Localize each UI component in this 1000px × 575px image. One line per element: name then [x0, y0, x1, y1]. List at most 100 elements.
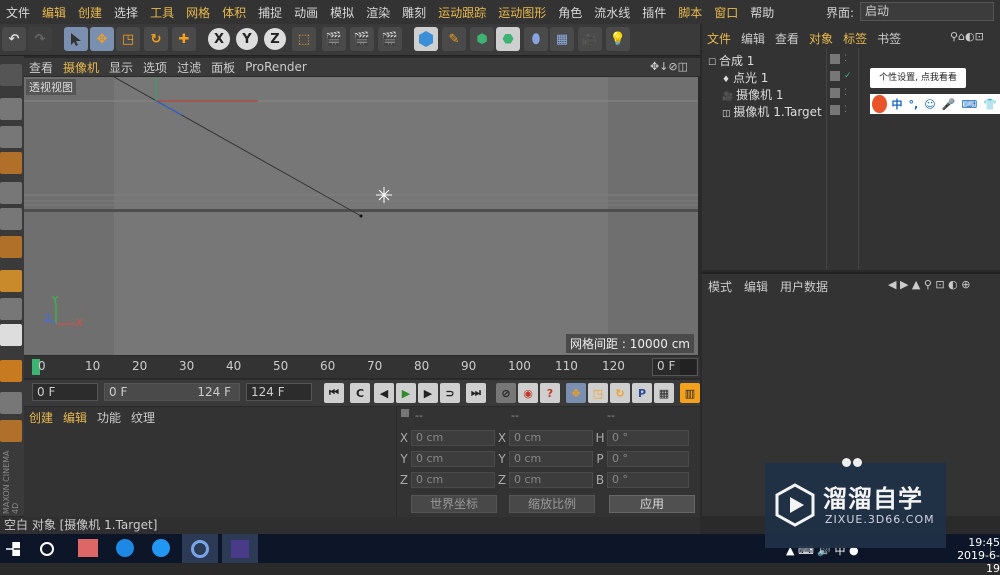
viewport-menu-item[interactable]: 显示	[104, 59, 138, 76]
viewport-menu-item[interactable]: ProRender	[240, 60, 312, 74]
make-editable-icon[interactable]	[0, 64, 22, 86]
menu-item[interactable]: 文件	[0, 4, 36, 21]
viewport-menu-item[interactable]: 摄像机	[58, 59, 104, 76]
pen-spline-icon[interactable]: ✎	[442, 27, 466, 51]
tweak-mode-icon[interactable]	[0, 298, 22, 320]
range-slider[interactable]: 0 F 124 F	[104, 383, 240, 401]
app-icon[interactable]	[78, 539, 98, 557]
object-menu-item[interactable]: 文件	[702, 30, 736, 47]
object-enable-icon[interactable]: ⁚	[844, 54, 847, 64]
search-icon[interactable]	[40, 542, 54, 556]
menu-item[interactable]: 脚本	[672, 4, 708, 21]
floor-icon[interactable]: ▦	[550, 27, 574, 51]
workplane-icon[interactable]	[0, 152, 22, 174]
menu-item[interactable]: 插件	[636, 4, 672, 21]
scale-tool-icon[interactable]: ◳	[116, 27, 140, 51]
redo-icon[interactable]: ↷	[28, 27, 52, 51]
menu-item[interactable]: 体积	[216, 4, 252, 21]
object-enable-icon[interactable]: ✓	[844, 71, 852, 81]
timeline-expand-icon[interactable]	[680, 359, 696, 375]
live-select-icon[interactable]: ✚	[172, 27, 196, 51]
viewport-menu-item[interactable]: 过滤	[172, 59, 206, 76]
texture-mode-icon[interactable]	[0, 126, 22, 148]
menu-item[interactable]: 模拟	[324, 4, 360, 21]
ime-lang[interactable]: 中	[889, 96, 906, 112]
select-tool-icon[interactable]	[64, 27, 88, 51]
coord-field[interactable]: 0 °	[607, 430, 689, 446]
menu-item[interactable]: 选择	[108, 4, 144, 21]
viewport-menu-item[interactable]: 选项	[138, 59, 172, 76]
coord-field[interactable]: 0 cm	[509, 472, 593, 488]
world-coords-dropdown[interactable]: 世界坐标	[411, 495, 497, 513]
key-scale-icon[interactable]: ◳	[588, 383, 608, 403]
object-enable-icon[interactable]: ⁚	[844, 105, 847, 115]
coord-field[interactable]: 0 cm	[509, 430, 593, 446]
camera-icon[interactable]: 🎥	[578, 27, 602, 51]
axis-mode-icon[interactable]	[0, 270, 22, 292]
key-move-icon[interactable]: ✥	[566, 383, 586, 403]
object-row[interactable]: 🎥 摄像机 1	[702, 86, 826, 102]
next-key-icon[interactable]: ⊃	[440, 383, 460, 403]
next-frame-icon[interactable]: ▶	[418, 383, 438, 403]
move-tool-icon[interactable]: ✥	[90, 27, 114, 51]
object-visibility-icon[interactable]	[830, 54, 840, 64]
coord-field[interactable]: 0 °	[607, 472, 689, 488]
model-mode-icon[interactable]	[0, 98, 22, 120]
ime-skin-icon[interactable]: 👕	[980, 98, 1000, 111]
end-frame-field[interactable]: 124 F	[246, 383, 312, 401]
grid-lock-icon[interactable]	[0, 420, 22, 442]
object-row[interactable]: ◫ 摄像机 1.Target	[702, 103, 826, 119]
key-rotate-icon[interactable]: ↻	[610, 383, 630, 403]
viewport-menu-item[interactable]: 查看	[24, 59, 58, 76]
coord-field[interactable]: 0 cm	[411, 430, 495, 446]
object-menu-item[interactable]: 编辑	[736, 30, 770, 47]
axis-z-button[interactable]: Z	[264, 28, 286, 50]
ime-punct-icon[interactable]: °,	[906, 98, 922, 111]
coord-field[interactable]: 0 °	[607, 451, 689, 467]
start-frame-field[interactable]: 0 F	[32, 383, 98, 401]
object-enable-icon[interactable]: ⁚	[844, 88, 847, 98]
menu-item[interactable]: 渲染	[360, 4, 396, 21]
menu-item[interactable]: 帮助	[744, 4, 780, 21]
ie-icon[interactable]	[116, 539, 134, 557]
c4d-taskbar-icon[interactable]	[182, 534, 218, 563]
menu-item[interactable]: 窗口	[708, 4, 744, 21]
axis-x-button[interactable]: X	[208, 28, 230, 50]
render-settings-icon[interactable]: 🎬	[378, 27, 402, 51]
media-taskbar-icon[interactable]	[222, 534, 258, 563]
menu-item[interactable]: 编辑	[36, 4, 72, 21]
material-menu-item[interactable]: 创建	[24, 409, 58, 426]
play-icon[interactable]: ▶	[396, 383, 416, 403]
attribute-menu-item[interactable]: 编辑	[738, 278, 774, 294]
undo-icon[interactable]: ↶	[2, 27, 26, 51]
ime-emoji-icon[interactable]: ☺	[921, 98, 938, 111]
material-menu-item[interactable]: 功能	[92, 409, 126, 426]
attribute-nav-icons[interactable]: ◀ ▶ ▲ ⚲ ⊡ ◐ ⊕	[888, 278, 970, 291]
object-visibility-icon[interactable]	[830, 105, 840, 115]
material-manager[interactable]: 创建 编辑 功能 纹理	[24, 407, 396, 517]
light-icon[interactable]: 💡	[606, 27, 630, 51]
key-pla-icon[interactable]: ▦	[654, 383, 674, 403]
menu-item[interactable]: 工具	[144, 4, 180, 21]
subdivision-icon[interactable]: ⬢	[470, 27, 494, 51]
coord-field[interactable]: 0 cm	[411, 451, 495, 467]
coordinate-system-icon[interactable]: ⬚	[292, 27, 316, 51]
menu-item[interactable]: 运动跟踪	[432, 4, 492, 21]
record-icon[interactable]: ⊘	[496, 383, 516, 403]
viewport-menu-item[interactable]: 面板	[206, 59, 240, 76]
menu-item[interactable]: 流水线	[588, 4, 636, 21]
object-menu-item[interactable]: 查看	[770, 30, 804, 47]
object-search-icon[interactable]: ⚲⌂◐⊡	[950, 30, 984, 43]
object-row[interactable]: ♦ 点光 1	[702, 69, 826, 85]
apply-button[interactable]: 应用	[609, 495, 695, 513]
render-view-icon[interactable]: 🎬	[322, 27, 346, 51]
attribute-menu-item[interactable]: 模式	[702, 278, 738, 294]
attribute-menu-item[interactable]: 用户数据	[774, 278, 834, 294]
object-visibility-icon[interactable]	[830, 71, 840, 81]
points-mode-icon[interactable]	[0, 182, 22, 204]
snap-icon[interactable]	[0, 324, 22, 346]
key-param-icon[interactable]: P	[632, 383, 652, 403]
ime-keyboard-icon[interactable]: ⌨	[958, 98, 980, 111]
goto-end-icon[interactable]: ⏭	[466, 383, 486, 403]
autokey-icon[interactable]: ◉	[518, 383, 538, 403]
